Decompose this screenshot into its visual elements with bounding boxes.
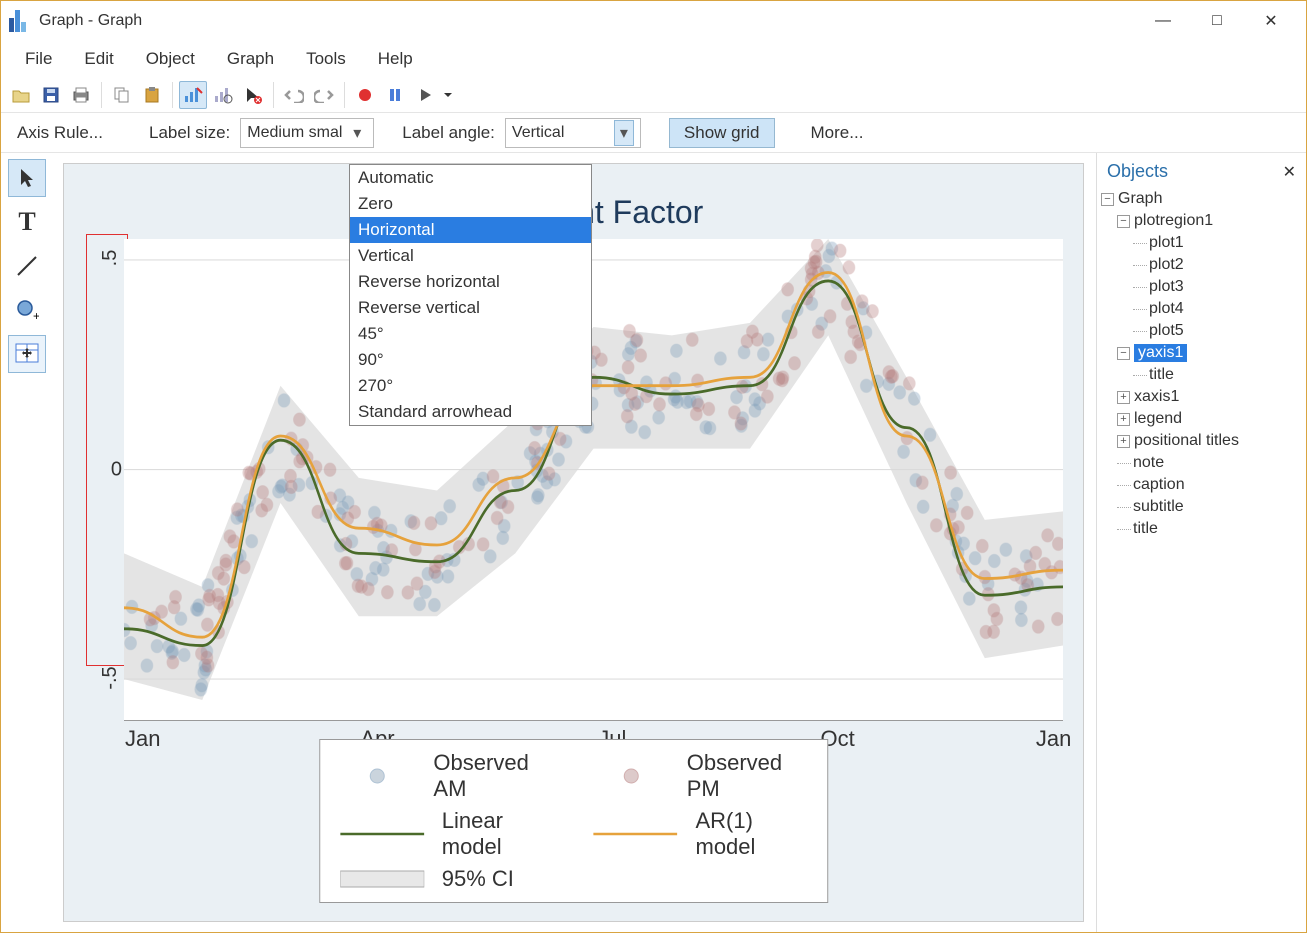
legend-label: Observed AM (433, 750, 553, 802)
deselect-icon[interactable] (239, 81, 267, 109)
graph-canvas[interactable]: Adjustment Factor .5 0 -.5 Jan Apr Jul O… (63, 163, 1084, 922)
graph-edit-icon[interactable] (179, 81, 207, 109)
objects-panel: Objects ✕ −Graph−plotregion1plot1plot2pl… (1096, 153, 1306, 932)
pause-icon[interactable] (381, 81, 409, 109)
redo-icon[interactable] (310, 81, 338, 109)
maximize-button[interactable]: □ (1190, 1, 1244, 41)
label-angle-combo[interactable]: Vertical ▾ (505, 118, 641, 148)
chevron-down-icon: ▾ (347, 123, 367, 143)
show-grid-button[interactable]: Show grid (669, 118, 775, 148)
label-angle-label: Label angle: (402, 123, 495, 143)
play-dropdown-icon[interactable] (441, 81, 455, 109)
minimize-button[interactable]: ― (1136, 1, 1190, 41)
tree-node[interactable]: −plotregion1 (1101, 210, 1302, 232)
more-button[interactable]: More... (803, 123, 872, 143)
dropdown-item[interactable]: Reverse horizontal (350, 269, 591, 295)
tree-node[interactable]: +legend (1101, 408, 1302, 430)
undo-icon[interactable] (280, 81, 308, 109)
menu-edit[interactable]: Edit (68, 43, 129, 75)
tree-node[interactable]: +xaxis1 (1101, 386, 1302, 408)
close-button[interactable]: ✕ (1244, 1, 1298, 41)
grid-edit-tool[interactable] (8, 335, 46, 373)
tree-node[interactable]: title (1101, 364, 1302, 386)
tree-node[interactable]: caption (1101, 474, 1302, 496)
panel-title: Objects (1107, 161, 1168, 182)
toolbar (1, 77, 1306, 113)
line-tool[interactable] (8, 247, 46, 285)
legend-label: Linear model (442, 808, 554, 860)
menu-help[interactable]: Help (362, 43, 429, 75)
legend-label: AR(1) model (696, 808, 808, 860)
menu-graph[interactable]: Graph (211, 43, 290, 75)
dropdown-item[interactable]: 45° (350, 321, 591, 347)
record-icon[interactable] (351, 81, 379, 109)
y-tick: 0 (111, 459, 122, 482)
menu-object[interactable]: Object (130, 43, 211, 75)
y-axis: .5 0 -.5 (94, 239, 122, 721)
save-icon[interactable] (37, 81, 65, 109)
menubar: File Edit Object Graph Tools Help (1, 41, 1306, 77)
copy-icon[interactable] (108, 81, 136, 109)
dropdown-item[interactable]: Vertical (350, 243, 591, 269)
marker-tool[interactable]: + (8, 291, 46, 329)
legend-label: 95% CI (442, 866, 514, 892)
menu-file[interactable]: File (9, 43, 68, 75)
svg-text:+: + (33, 309, 39, 322)
paste-icon[interactable] (138, 81, 166, 109)
tree-node[interactable]: note (1101, 452, 1302, 474)
axis-rule-button[interactable]: Axis Rule... (9, 123, 111, 143)
titlebar: Graph - Graph ― □ ✕ (1, 1, 1306, 41)
options-bar: Axis Rule... Label size: Medium smal ▾ L… (1, 113, 1306, 153)
label-angle-dropdown[interactable]: AutomaticZeroHorizontalVerticalReverse h… (349, 164, 592, 426)
dropdown-item[interactable]: Horizontal (350, 217, 591, 243)
window-title: Graph - Graph (39, 12, 142, 30)
y-tick: .5 (99, 250, 122, 267)
play-icon[interactable] (411, 81, 439, 109)
left-toolbar: T + (1, 153, 53, 932)
tree-node[interactable]: +positional titles (1101, 430, 1302, 452)
open-icon[interactable] (7, 81, 35, 109)
x-tick: Jan (125, 726, 160, 752)
chevron-down-icon: ▾ (614, 120, 634, 146)
tree-node[interactable]: plot3 (1101, 276, 1302, 298)
label-size-value: Medium smal (247, 124, 342, 142)
object-tree[interactable]: −Graph−plotregion1plot1plot2plot3plot4pl… (1101, 188, 1302, 540)
tree-node[interactable]: plot5 (1101, 320, 1302, 342)
tree-node[interactable]: −Graph (1101, 188, 1302, 210)
legend: Observed AM Observed PM Linear model AR(… (319, 739, 829, 903)
label-size-combo[interactable]: Medium smal ▾ (240, 118, 374, 148)
tree-node[interactable]: plot1 (1101, 232, 1302, 254)
dropdown-item[interactable]: Automatic (350, 165, 591, 191)
app-icon (9, 10, 31, 32)
print-icon[interactable] (67, 81, 95, 109)
dropdown-item[interactable]: Zero (350, 191, 591, 217)
label-size-label: Label size: (149, 123, 230, 143)
tree-node[interactable]: subtitle (1101, 496, 1302, 518)
plot-area (124, 239, 1063, 721)
tree-node[interactable]: −yaxis1 (1101, 342, 1302, 364)
menu-tools[interactable]: Tools (290, 43, 362, 75)
dropdown-item[interactable]: 270° (350, 373, 591, 399)
y-tick: -.5 (99, 666, 122, 689)
canvas-area[interactable]: Adjustment Factor .5 0 -.5 Jan Apr Jul O… (53, 153, 1096, 932)
panel-close-icon[interactable]: ✕ (1283, 162, 1296, 182)
tree-node[interactable]: title (1101, 518, 1302, 540)
x-tick: Jan (1036, 726, 1071, 752)
tree-node[interactable]: plot2 (1101, 254, 1302, 276)
legend-label: Observed PM (687, 750, 808, 802)
dropdown-item[interactable]: Reverse vertical (350, 295, 591, 321)
dropdown-item[interactable]: 90° (350, 347, 591, 373)
label-angle-value: Vertical (512, 124, 564, 142)
text-tool[interactable]: T (8, 203, 46, 241)
dropdown-item[interactable]: Standard arrowhead (350, 399, 591, 425)
graph-view-icon[interactable] (209, 81, 237, 109)
pointer-tool[interactable] (8, 159, 46, 197)
tree-node[interactable]: plot4 (1101, 298, 1302, 320)
